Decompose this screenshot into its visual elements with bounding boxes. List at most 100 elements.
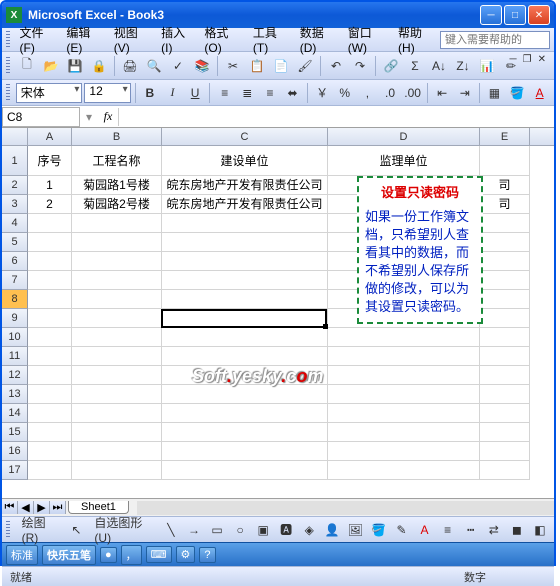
row-header[interactable]: 7 (2, 271, 28, 290)
row-header[interactable]: 14 (2, 404, 28, 423)
menu-help[interactable]: 帮助(H) (392, 22, 440, 57)
new-icon[interactable]: 🗋 (16, 55, 38, 77)
cell[interactable] (28, 233, 72, 252)
spell-icon[interactable]: ✓ (167, 55, 189, 77)
menu-view[interactable]: 视图(V) (108, 22, 155, 57)
cell[interactable] (328, 423, 480, 442)
cell[interactable]: 2 (28, 195, 72, 214)
draw-handle[interactable] (6, 521, 10, 539)
bold-button[interactable]: B (140, 82, 161, 104)
col-header-d[interactable]: D (328, 128, 480, 145)
inc-indent-icon[interactable]: ⇥ (455, 82, 476, 104)
sort-asc-icon[interactable]: A↓ (428, 55, 450, 77)
row-header[interactable]: 15 (2, 423, 28, 442)
row-header[interactable]: 6 (2, 252, 28, 271)
cell[interactable] (162, 461, 328, 480)
textbox-icon[interactable]: ▣ (253, 519, 273, 541)
row-header[interactable]: 5 (2, 233, 28, 252)
menu-edit[interactable]: 编辑(E) (60, 22, 107, 57)
sort-desc-icon[interactable]: Z↓ (452, 55, 474, 77)
tab-nav-prev-icon[interactable]: ◀ (18, 501, 34, 514)
menu-data[interactable]: 数据(D) (294, 22, 342, 57)
cell[interactable] (328, 328, 480, 347)
row-header[interactable]: 2 (2, 176, 28, 195)
cell[interactable]: 菊园路2号楼 (72, 195, 162, 214)
cell[interactable] (480, 233, 530, 252)
cell[interactable] (328, 366, 480, 385)
cell[interactable] (480, 366, 530, 385)
maximize-button[interactable]: □ (504, 5, 526, 25)
cell[interactable]: 建设单位 (162, 146, 328, 176)
wb-restore-button[interactable]: ❐ (521, 54, 534, 65)
row-header[interactable]: 9 (2, 309, 28, 328)
paste-icon[interactable]: 📄 (270, 55, 292, 77)
cell[interactable] (28, 366, 72, 385)
autoshapes-menu[interactable]: 自选图形(U) (89, 519, 157, 541)
print-icon[interactable]: 🖨 (119, 55, 141, 77)
cell[interactable] (72, 290, 162, 309)
cell[interactable] (480, 309, 530, 328)
col-header-c[interactable]: C (162, 128, 328, 145)
cell[interactable] (28, 347, 72, 366)
row-header[interactable]: 1 (2, 146, 28, 176)
cell[interactable] (480, 328, 530, 347)
cell[interactable] (28, 404, 72, 423)
ime-help-icon[interactable]: ? (199, 547, 215, 563)
cell[interactable] (162, 214, 328, 233)
fill-color-icon[interactable]: 🪣 (507, 82, 528, 104)
name-box-arrow-icon[interactable]: ▾ (80, 110, 98, 124)
row-header[interactable]: 17 (2, 461, 28, 480)
underline-button[interactable]: U (185, 82, 206, 104)
cell[interactable] (28, 385, 72, 404)
dec-decimal-icon[interactable]: .00 (402, 82, 423, 104)
col-header-a[interactable]: A (28, 128, 72, 145)
align-right-icon[interactable]: ≡ (260, 82, 281, 104)
align-center-icon[interactable]: ≣ (237, 82, 258, 104)
cell[interactable] (480, 252, 530, 271)
fmt-handle[interactable] (6, 84, 10, 102)
cell[interactable] (480, 423, 530, 442)
cell[interactable]: 皖东房地产开发有限责任公司 (162, 176, 328, 195)
cell[interactable] (28, 271, 72, 290)
cell[interactable] (72, 309, 162, 328)
row-header[interactable]: 4 (2, 214, 28, 233)
cell[interactable] (162, 385, 328, 404)
currency-icon[interactable]: ￥ (312, 82, 333, 104)
cut-icon[interactable]: ✂ (222, 55, 244, 77)
line-color-icon[interactable]: ✎ (391, 519, 411, 541)
tab-nav-last-icon[interactable]: ⏭ (50, 501, 66, 514)
italic-button[interactable]: I (162, 82, 183, 104)
col-header-e[interactable]: E (480, 128, 530, 145)
preview-icon[interactable]: 🔍 (143, 55, 165, 77)
cell[interactable] (72, 233, 162, 252)
cell[interactable] (162, 271, 328, 290)
cell[interactable] (72, 442, 162, 461)
cell[interactable] (480, 385, 530, 404)
select-all-corner[interactable] (2, 128, 28, 145)
cell[interactable] (28, 309, 72, 328)
tab-nav-next-icon[interactable]: ▶ (34, 501, 50, 514)
ime-name[interactable]: 快乐五笔 (42, 545, 96, 565)
ime-punct-icon[interactable]: ， (121, 545, 142, 565)
row-header[interactable]: 8 (2, 290, 28, 309)
close-button[interactable]: ✕ (528, 5, 550, 25)
row-header[interactable]: 11 (2, 347, 28, 366)
menu-window[interactable]: 窗口(W) (342, 22, 392, 57)
wordart-icon[interactable]: 🅰 (276, 519, 296, 541)
merge-icon[interactable]: ⬌ (282, 82, 303, 104)
cell[interactable] (72, 404, 162, 423)
cell[interactable] (162, 309, 328, 328)
cell[interactable] (480, 214, 530, 233)
row-header[interactable]: 10 (2, 328, 28, 347)
horizontal-scrollbar[interactable] (137, 501, 554, 515)
cell[interactable] (480, 442, 530, 461)
percent-icon[interactable]: % (334, 82, 355, 104)
toolbar-handle[interactable] (6, 57, 10, 75)
cell[interactable]: 监理单位 (328, 146, 480, 176)
cell[interactable] (28, 442, 72, 461)
cell[interactable] (28, 328, 72, 347)
cell[interactable] (480, 146, 530, 176)
menu-tools[interactable]: 工具(T) (247, 22, 294, 57)
cell[interactable] (162, 404, 328, 423)
cell[interactable] (328, 385, 480, 404)
